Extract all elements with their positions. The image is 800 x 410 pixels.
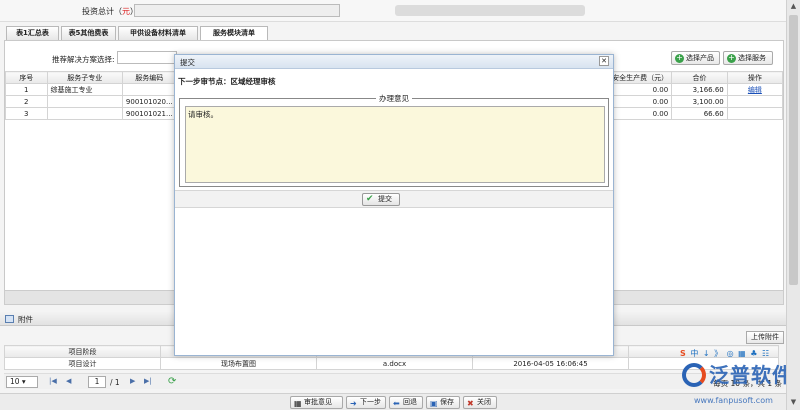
rollback-button[interactable]: ⬅ 回退 bbox=[389, 396, 423, 409]
scrollbar-thumb[interactable] bbox=[789, 15, 798, 285]
page-number-input[interactable]: 1 bbox=[88, 376, 106, 388]
prev-page-icon[interactable]: ◀ bbox=[66, 377, 71, 385]
submit-dialog: 提交 ✕ 下一步审节点：区域经理审核 办理意见 请审核。 ✔ 提交 bbox=[174, 54, 614, 356]
add-icon: + bbox=[727, 53, 736, 63]
brand-watermark: S 中 ↓ 》 ◎ ▦ ♣ ☷ 泛普软件 www.fanpusoft.com bbox=[672, 348, 800, 410]
submit-button[interactable]: ✔ 提交 bbox=[362, 193, 400, 206]
solution-select-input[interactable] bbox=[117, 51, 177, 64]
upload-attachment-button[interactable]: 上传附件 bbox=[746, 331, 784, 344]
action-bar: ▦ 审批意见 ➜ 下一步 ⬅ 回退 ▣ 保存 ✖ 关闭 bbox=[0, 393, 786, 410]
col-header-code: 服务编码 bbox=[121, 71, 177, 84]
vertical-scrollbar[interactable]: ▲ ▼ bbox=[786, 0, 800, 410]
col-header-total: 合价 bbox=[671, 71, 728, 84]
tab-other-fees[interactable]: 表5其他费表 bbox=[61, 26, 116, 41]
page-count: / 1 bbox=[110, 378, 120, 387]
opinion-textarea[interactable]: 请审核。 bbox=[185, 106, 605, 183]
blurred-field bbox=[395, 5, 585, 16]
dialog-titlebar: 提交 ✕ bbox=[175, 55, 613, 69]
dialog-footer: ✔ 提交 bbox=[175, 190, 613, 208]
arrow-right-icon: ➜ bbox=[350, 399, 357, 408]
brand-url: www.fanpusoft.com bbox=[694, 396, 773, 405]
opinion-fieldset: 办理意见 请审核。 bbox=[179, 94, 609, 187]
check-icon: ✔ bbox=[366, 194, 374, 204]
grid-icon bbox=[5, 315, 14, 323]
scroll-up-icon[interactable]: ▲ bbox=[787, 0, 800, 12]
dialog-title: 提交 bbox=[180, 58, 195, 67]
investment-total-input[interactable] bbox=[134, 4, 340, 17]
dialog-close-icon[interactable]: ✕ bbox=[599, 56, 609, 66]
table-row[interactable]: 项目设计 现场布置图 a.docx 2016-04-05 16:06:45 bbox=[4, 357, 779, 370]
scroll-down-icon[interactable]: ▼ bbox=[787, 396, 800, 408]
col-header-op: 操作 bbox=[726, 71, 784, 84]
next-step-button[interactable]: ➜ 下一步 bbox=[346, 396, 386, 409]
col-header-sub: 服务子专业 bbox=[46, 71, 123, 84]
last-page-icon[interactable]: ▶| bbox=[144, 377, 152, 385]
brand-logo-icon bbox=[682, 363, 706, 387]
refresh-icon[interactable]: ⟳ bbox=[168, 376, 176, 387]
next-page-icon[interactable]: ▶ bbox=[130, 377, 135, 385]
save-icon: ▣ bbox=[430, 399, 438, 408]
tab-service-modules[interactable]: 服务模块清单 bbox=[200, 26, 268, 41]
solution-select-label: 推荐解决方案选择: bbox=[52, 55, 115, 64]
brand-name: 泛普软件 bbox=[709, 363, 793, 387]
opinion-legend: 办理意见 bbox=[180, 93, 608, 104]
arrow-left-icon: ⬅ bbox=[393, 399, 400, 408]
col-header-stage: 项目阶段 bbox=[4, 345, 161, 358]
col-header-safety: 安全生产费（元） bbox=[608, 71, 673, 84]
col-header-no: 序号 bbox=[5, 71, 48, 84]
page-size-select[interactable]: 10 ▾ bbox=[6, 376, 38, 388]
edit-link[interactable]: 编辑 bbox=[748, 86, 762, 94]
close-button[interactable]: ✖ 关闭 bbox=[463, 396, 497, 409]
investment-total-label: 投资总计（元）： bbox=[82, 7, 142, 16]
approval-opinion-button[interactable]: ▦ 审批意见 bbox=[290, 396, 343, 409]
tab-summary-table[interactable]: 表1汇总表 bbox=[6, 26, 59, 41]
close-icon: ✖ bbox=[467, 399, 474, 408]
next-node-label: 下一步审节点：区域经理审核 bbox=[178, 77, 276, 86]
grid-icon: ▦ bbox=[294, 399, 302, 408]
pager: 10 ▾ |◀ ◀ 1 / 1 ▶ ▶| ⟳ 毎页 10 条，共 1 条 bbox=[4, 373, 784, 389]
investment-row: 投资总计（元）： bbox=[0, 0, 786, 22]
save-button[interactable]: ▣ 保存 bbox=[426, 396, 460, 409]
first-page-icon[interactable]: |◀ bbox=[49, 377, 57, 385]
select-product-button[interactable]: + 选择产品 bbox=[671, 51, 720, 65]
add-icon: + bbox=[675, 53, 684, 63]
select-service-button[interactable]: + 选择服务 bbox=[723, 51, 773, 65]
tab-supplied-materials[interactable]: 甲供设备材料清单 bbox=[118, 26, 198, 41]
